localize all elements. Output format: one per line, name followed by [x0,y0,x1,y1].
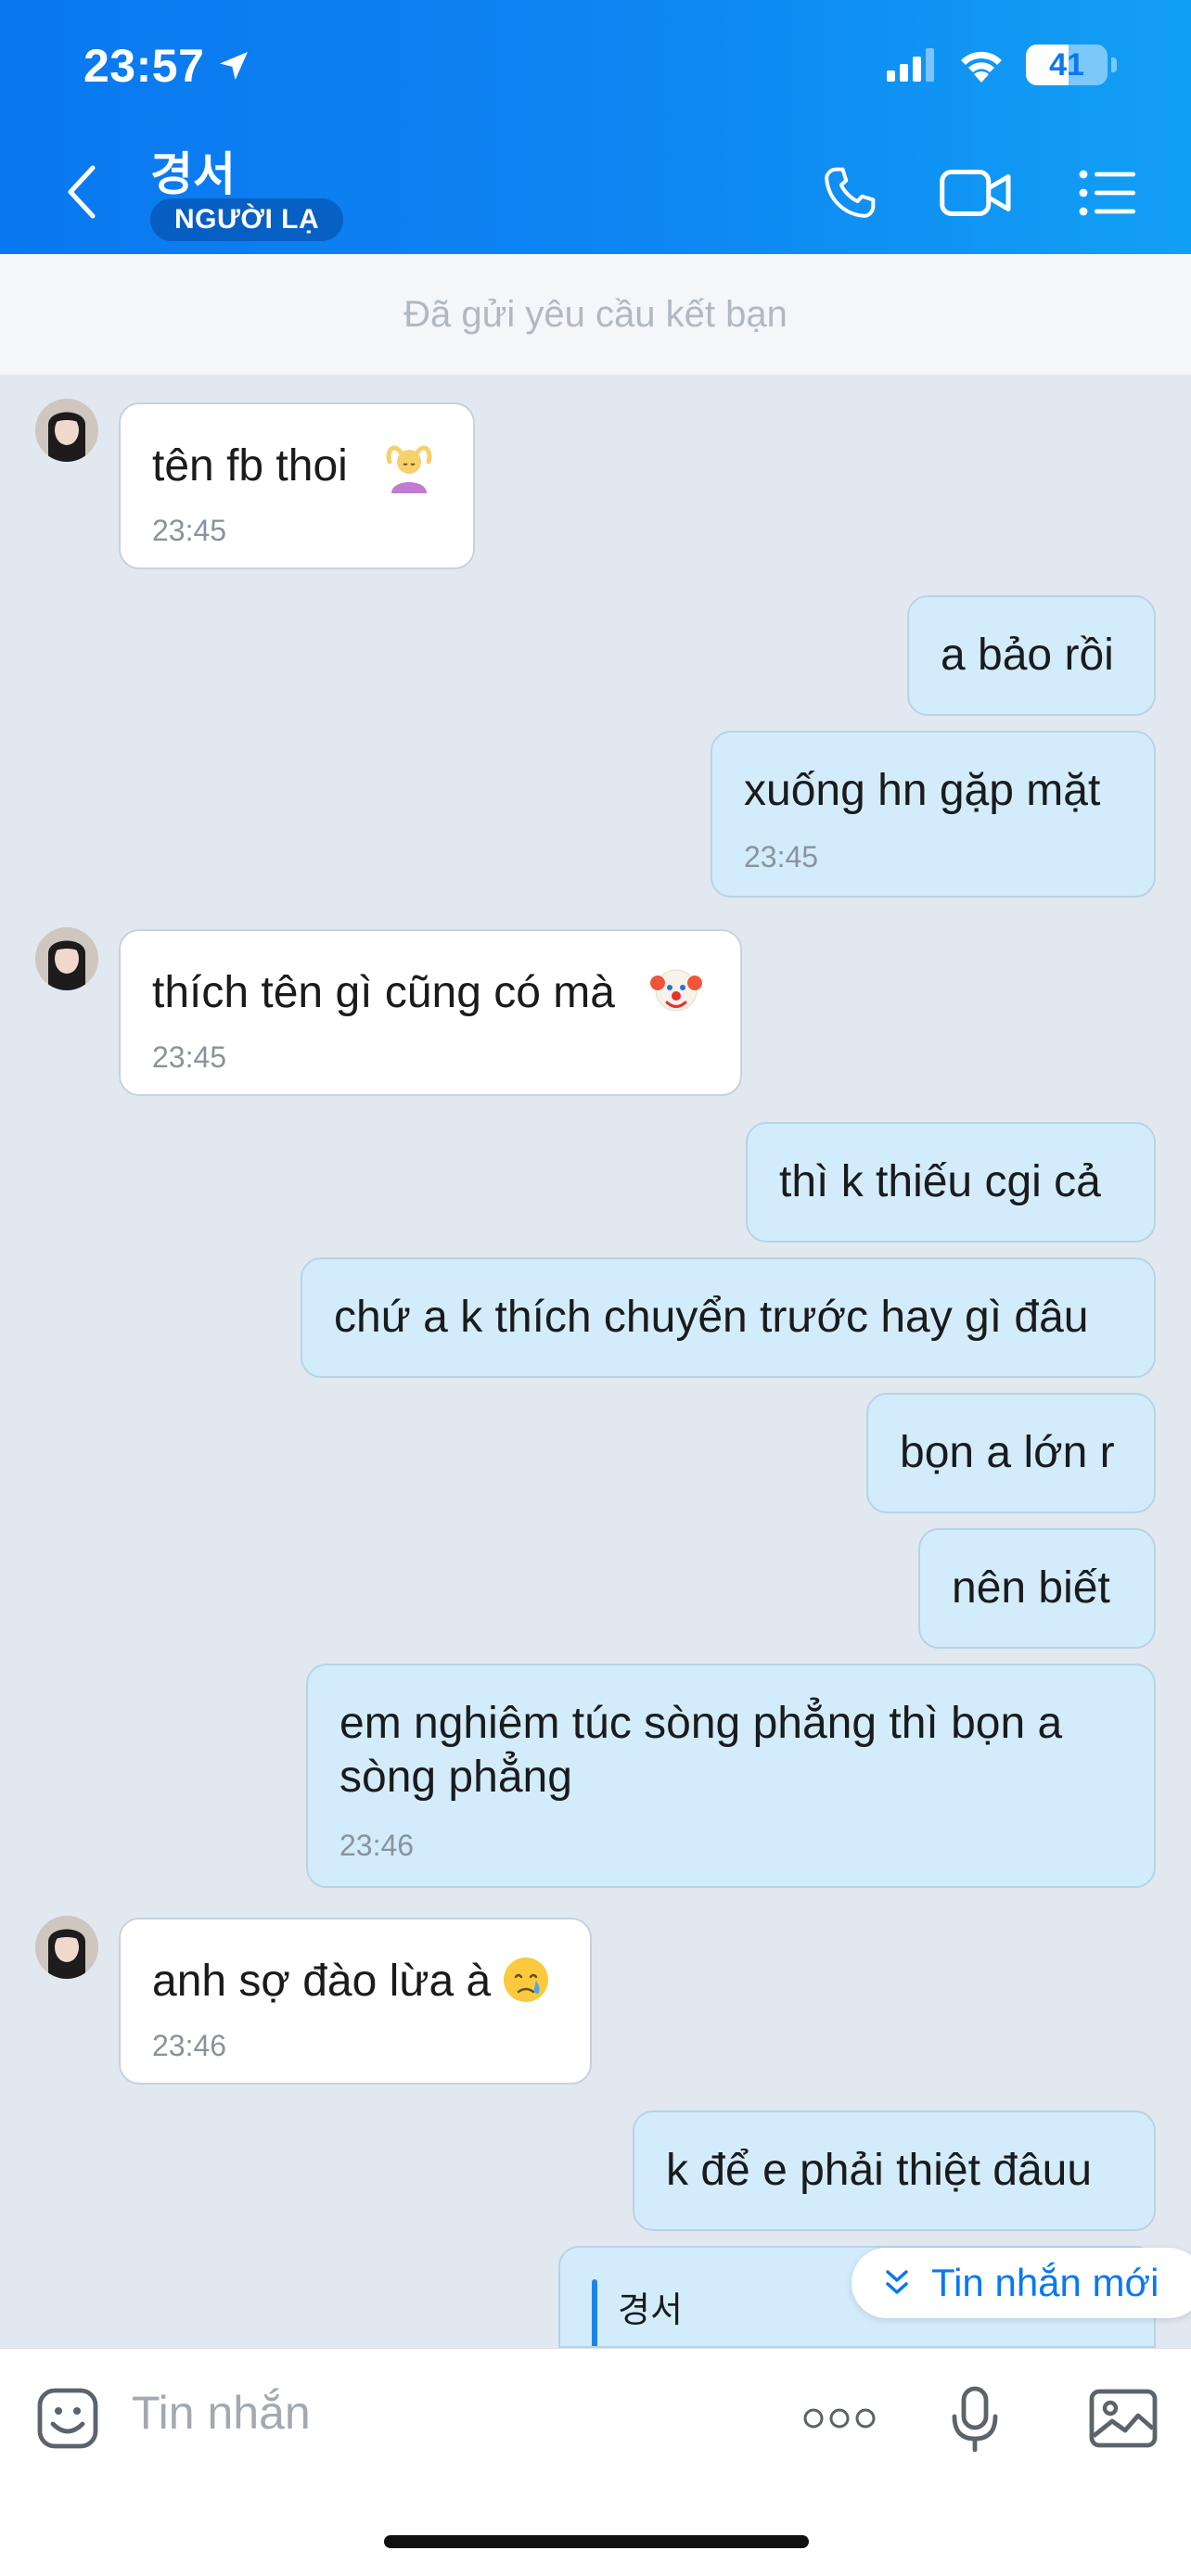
quoted-sender-name: 경서 [618,2291,683,2330]
message-bubble-outgoing[interactable]: em nghiêm túc sòng phẳng thì bọn a sòng … [306,1664,1156,1888]
status-bar-time: 23:57 [83,39,252,93]
voice-message-button[interactable] [933,2377,1017,2460]
quote-bar [592,2279,597,2346]
avatar[interactable] [35,1916,98,1979]
message-bubble-outgoing[interactable]: thì k thiếu cgi cả [746,1122,1156,1243]
sticker-face-icon [37,2388,98,2449]
person-gesturing-ok-emoji-icon [386,445,432,493]
message-bubble-outgoing[interactable]: nên biết [918,1528,1156,1649]
status-time-text: 23:57 [83,40,205,92]
status-bar-right: 41 [887,45,1117,85]
location-arrow-icon [220,52,249,80]
photo-picker-button[interactable] [1082,2377,1165,2460]
avatar[interactable] [35,399,98,462]
message-text: thích tên gì cũng có mà [152,968,615,1017]
home-indicator[interactable] [384,2535,809,2548]
friend-request-sent-banner: Đã gửi yêu cầu kết bạn [0,254,1191,375]
phone-icon [825,167,876,218]
message-text: nên biết [952,1563,1110,1613]
list-menu-icon [1079,170,1135,216]
more-options-button[interactable] [798,2377,881,2460]
message-timestamp: 23:45 [152,514,227,547]
message-text: k để e phải thiệt đâuu [666,2146,1093,2195]
chat-screen: 23:57 41 경서 NGƯỜI LẠ Đã gửi yêu cầu kết … [0,0,1191,2576]
more-dots-icon [803,2408,876,2429]
message-bubble-outgoing[interactable]: xuống hn gặp mặt 23:45 [711,731,1156,898]
wifi-icon [961,51,1002,83]
video-call-button[interactable] [939,156,1013,230]
chevron-left-icon [68,165,96,219]
message-bubble-incoming[interactable]: tên fb thoi 23:45 [119,402,475,569]
message-text: xuống hn gặp mặt [744,766,1101,815]
message-bubble-outgoing[interactable]: a bảo rồi [907,595,1156,716]
new-messages-label: Tin nhắn mới [931,2261,1159,2304]
battery-level: 41 [1049,46,1084,83]
stranger-badge: NGƯỜI LẠ [150,198,344,241]
video-camera-icon [940,170,1011,216]
message-input[interactable]: Tin nhắn [132,2386,311,2440]
message-bubble-incoming[interactable]: anh sợ đào lừa à 23:46 [119,1918,592,2085]
double-chevron-down-icon [886,2270,908,2294]
message-timestamp: 23:46 [339,1829,415,1862]
message-timestamp: 23:45 [152,1040,227,1074]
message-text: thì k thiếu cgi cả [779,1157,1101,1206]
message-text: chứ a k thích chuyển trước hay gì đâu [334,1293,1089,1342]
message-text: tên fb thoi [152,441,348,491]
sticker-button[interactable] [26,2377,109,2460]
message-text: anh sợ đào lừa à [152,1957,492,2006]
message-bubble-outgoing[interactable]: bọn a lớn r [866,1393,1156,1513]
new-messages-button[interactable]: Tin nhắn mới [852,2248,1191,2318]
microphone-icon [952,2386,998,2452]
chat-options-button[interactable] [1070,156,1145,230]
message-text: a bảo rồi [941,631,1114,680]
image-gallery-icon [1089,2389,1158,2448]
back-button[interactable] [56,158,108,226]
message-text: bọn a lớn r [900,1428,1115,1477]
message-text: em nghiêm túc sòng phẳng thì bọn a [339,1699,1063,1748]
contact-name[interactable]: 경서 [150,137,236,204]
message-bubble-outgoing[interactable]: k để e phải thiệt đâuu [633,2111,1156,2231]
battery-tip [1111,57,1117,72]
message-bubble-outgoing[interactable]: chứ a k thích chuyển trước hay gì đâu [301,1257,1156,1378]
message-bubble-incoming[interactable]: thích tên gì cũng có mà 23:45 [119,929,742,1096]
clown-face-emoji-icon [650,969,702,1012]
battery-indicator: 41 [1026,45,1108,85]
chat-header: 23:57 41 경서 NGƯỜI LẠ [0,0,1191,254]
crying-face-emoji-icon [504,1958,548,2002]
message-timestamp: 23:46 [152,2029,227,2062]
voice-call-button[interactable] [813,156,887,230]
cellular-signal-icon [887,48,934,82]
message-timestamp: 23:45 [744,840,819,874]
message-text-line-2: sòng phẳng [339,1753,572,1802]
avatar[interactable] [35,927,98,990]
